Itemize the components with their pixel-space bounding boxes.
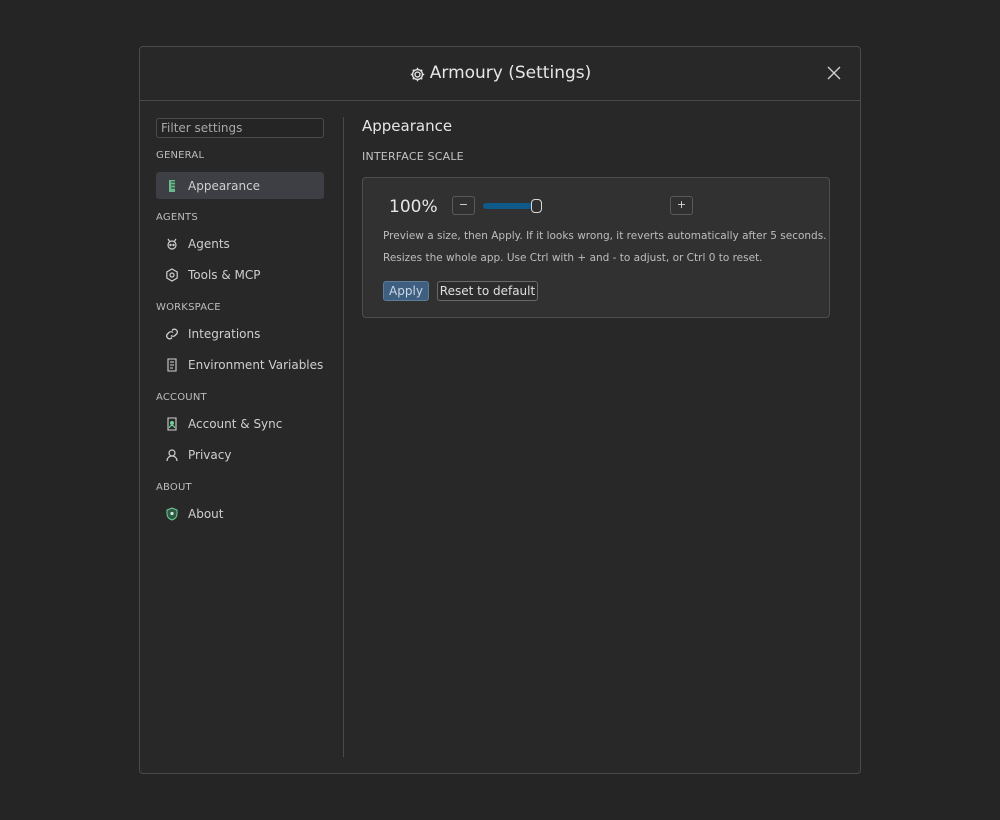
sidebar-item-label: Agents <box>188 236 230 251</box>
agents-icon <box>165 237 179 251</box>
window-title: Armoury (Settings) <box>140 63 860 83</box>
section-label-about: ABOUT <box>156 482 192 493</box>
title-bar: Armoury (Settings) <box>140 47 860 101</box>
settings-window: Armoury (Settings) GENERAL Appearance AG… <box>139 46 861 774</box>
scale-value-label: 100% <box>389 197 438 217</box>
privacy-icon <box>165 448 179 462</box>
window-title-text: Armoury (Settings) <box>429 63 592 83</box>
tools-icon <box>165 267 179 282</box>
sidebar-item-label: About <box>188 506 224 521</box>
main-content: Appearance INTERFACE SCALE 100% − + Prev… <box>362 117 830 318</box>
sidebar-item-appearance[interactable]: Appearance <box>156 172 324 199</box>
sidebar-item-privacy[interactable]: Privacy <box>156 441 324 468</box>
section-label-workspace: WORKSPACE <box>156 302 221 313</box>
sidebar-item-agents[interactable]: Agents <box>156 230 324 257</box>
help-text-preview: Preview a size, then Apply. If it looks … <box>383 230 827 242</box>
sidebar-item-tools-mcp[interactable]: Tools & MCP <box>156 261 324 288</box>
sidebar-item-label: Tools & MCP <box>188 267 261 282</box>
apply-button[interactable]: Apply <box>383 281 429 301</box>
scale-slider-thumb[interactable] <box>531 199 542 213</box>
help-text-shortcuts: Resizes the whole app. Use Ctrl with + a… <box>383 252 763 264</box>
filter-settings-input[interactable] <box>156 118 324 138</box>
increase-scale-button[interactable]: + <box>670 196 693 215</box>
scale-slider-fill <box>483 203 533 209</box>
env-vars-icon <box>165 357 179 372</box>
interface-scale-panel: 100% − + Preview a size, then Apply. If … <box>362 177 830 318</box>
close-icon[interactable] <box>826 65 842 81</box>
about-icon <box>165 506 179 521</box>
section-label-agents: AGENTS <box>156 212 198 223</box>
decrease-scale-button[interactable]: − <box>452 196 475 215</box>
sidebar: GENERAL Appearance AGENTS <box>156 117 324 527</box>
sidebar-item-integrations[interactable]: Integrations <box>156 320 324 347</box>
sidebar-item-about[interactable]: About <box>156 500 324 527</box>
link-icon <box>165 327 179 341</box>
sidebar-item-account-sync[interactable]: Account & Sync <box>156 410 324 437</box>
sidebar-item-label: Privacy <box>188 447 232 462</box>
section-label-account: ACCOUNT <box>156 392 207 403</box>
sidebar-item-label: Appearance <box>188 178 261 193</box>
sidebar-item-label: Account & Sync <box>188 416 283 431</box>
sidebar-item-label: Integrations <box>188 326 261 341</box>
sidebar-divider <box>343 117 344 757</box>
appearance-icon <box>165 179 179 193</box>
scale-slider[interactable] <box>483 199 693 213</box>
page-title: Appearance <box>362 117 453 135</box>
interface-scale-heading: INTERFACE SCALE <box>362 150 464 163</box>
sidebar-item-environment-variables[interactable]: Environment Variables <box>156 351 324 378</box>
sidebar-item-label: Environment Variables <box>188 357 324 372</box>
account-sync-icon <box>165 416 179 431</box>
reset-to-default-button[interactable]: Reset to default <box>437 281 538 301</box>
gear-icon <box>410 67 424 81</box>
section-label-general: GENERAL <box>156 150 205 161</box>
